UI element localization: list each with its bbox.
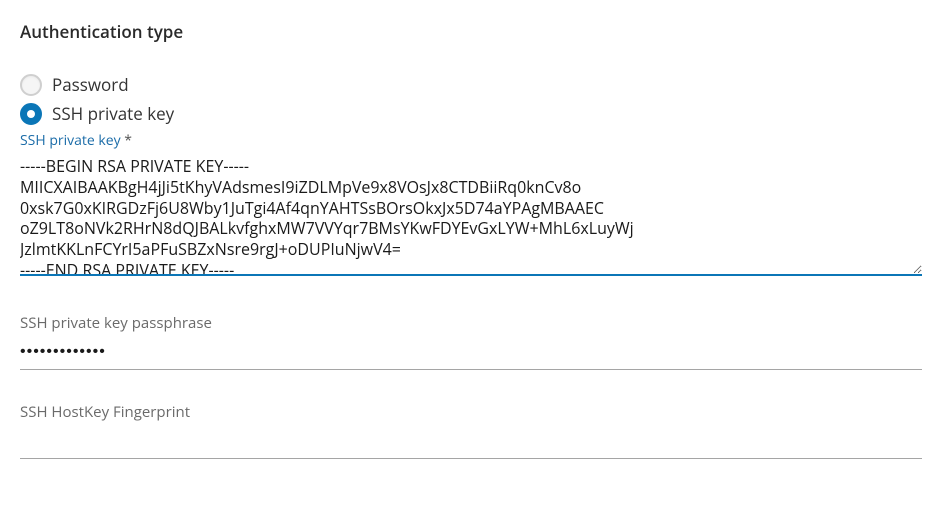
hostkey-fingerprint-label: SSH HostKey Fingerprint bbox=[20, 402, 922, 422]
ssh-private-key-label: SSH private key * bbox=[20, 131, 922, 150]
radio-password[interactable]: Password bbox=[20, 73, 922, 96]
radio-ssh-private-key[interactable]: SSH private key bbox=[20, 102, 922, 125]
ssh-private-key-field-wrap bbox=[20, 154, 922, 281]
hostkey-fingerprint-input[interactable] bbox=[20, 428, 922, 459]
ssh-private-key-label-text: SSH private key bbox=[20, 131, 121, 150]
radio-label-ssh: SSH private key bbox=[52, 102, 174, 125]
passphrase-label: SSH private key passphrase bbox=[20, 313, 922, 333]
section-title: Authentication type bbox=[20, 20, 922, 43]
passphrase-input[interactable] bbox=[20, 339, 922, 370]
ssh-private-key-textarea[interactable] bbox=[20, 154, 922, 276]
required-asterisk: * bbox=[124, 131, 132, 150]
auth-type-radio-group: Password SSH private key bbox=[20, 73, 922, 125]
radio-label-password: Password bbox=[52, 73, 129, 96]
radio-circle-icon bbox=[20, 74, 42, 96]
radio-circle-icon bbox=[20, 103, 42, 125]
